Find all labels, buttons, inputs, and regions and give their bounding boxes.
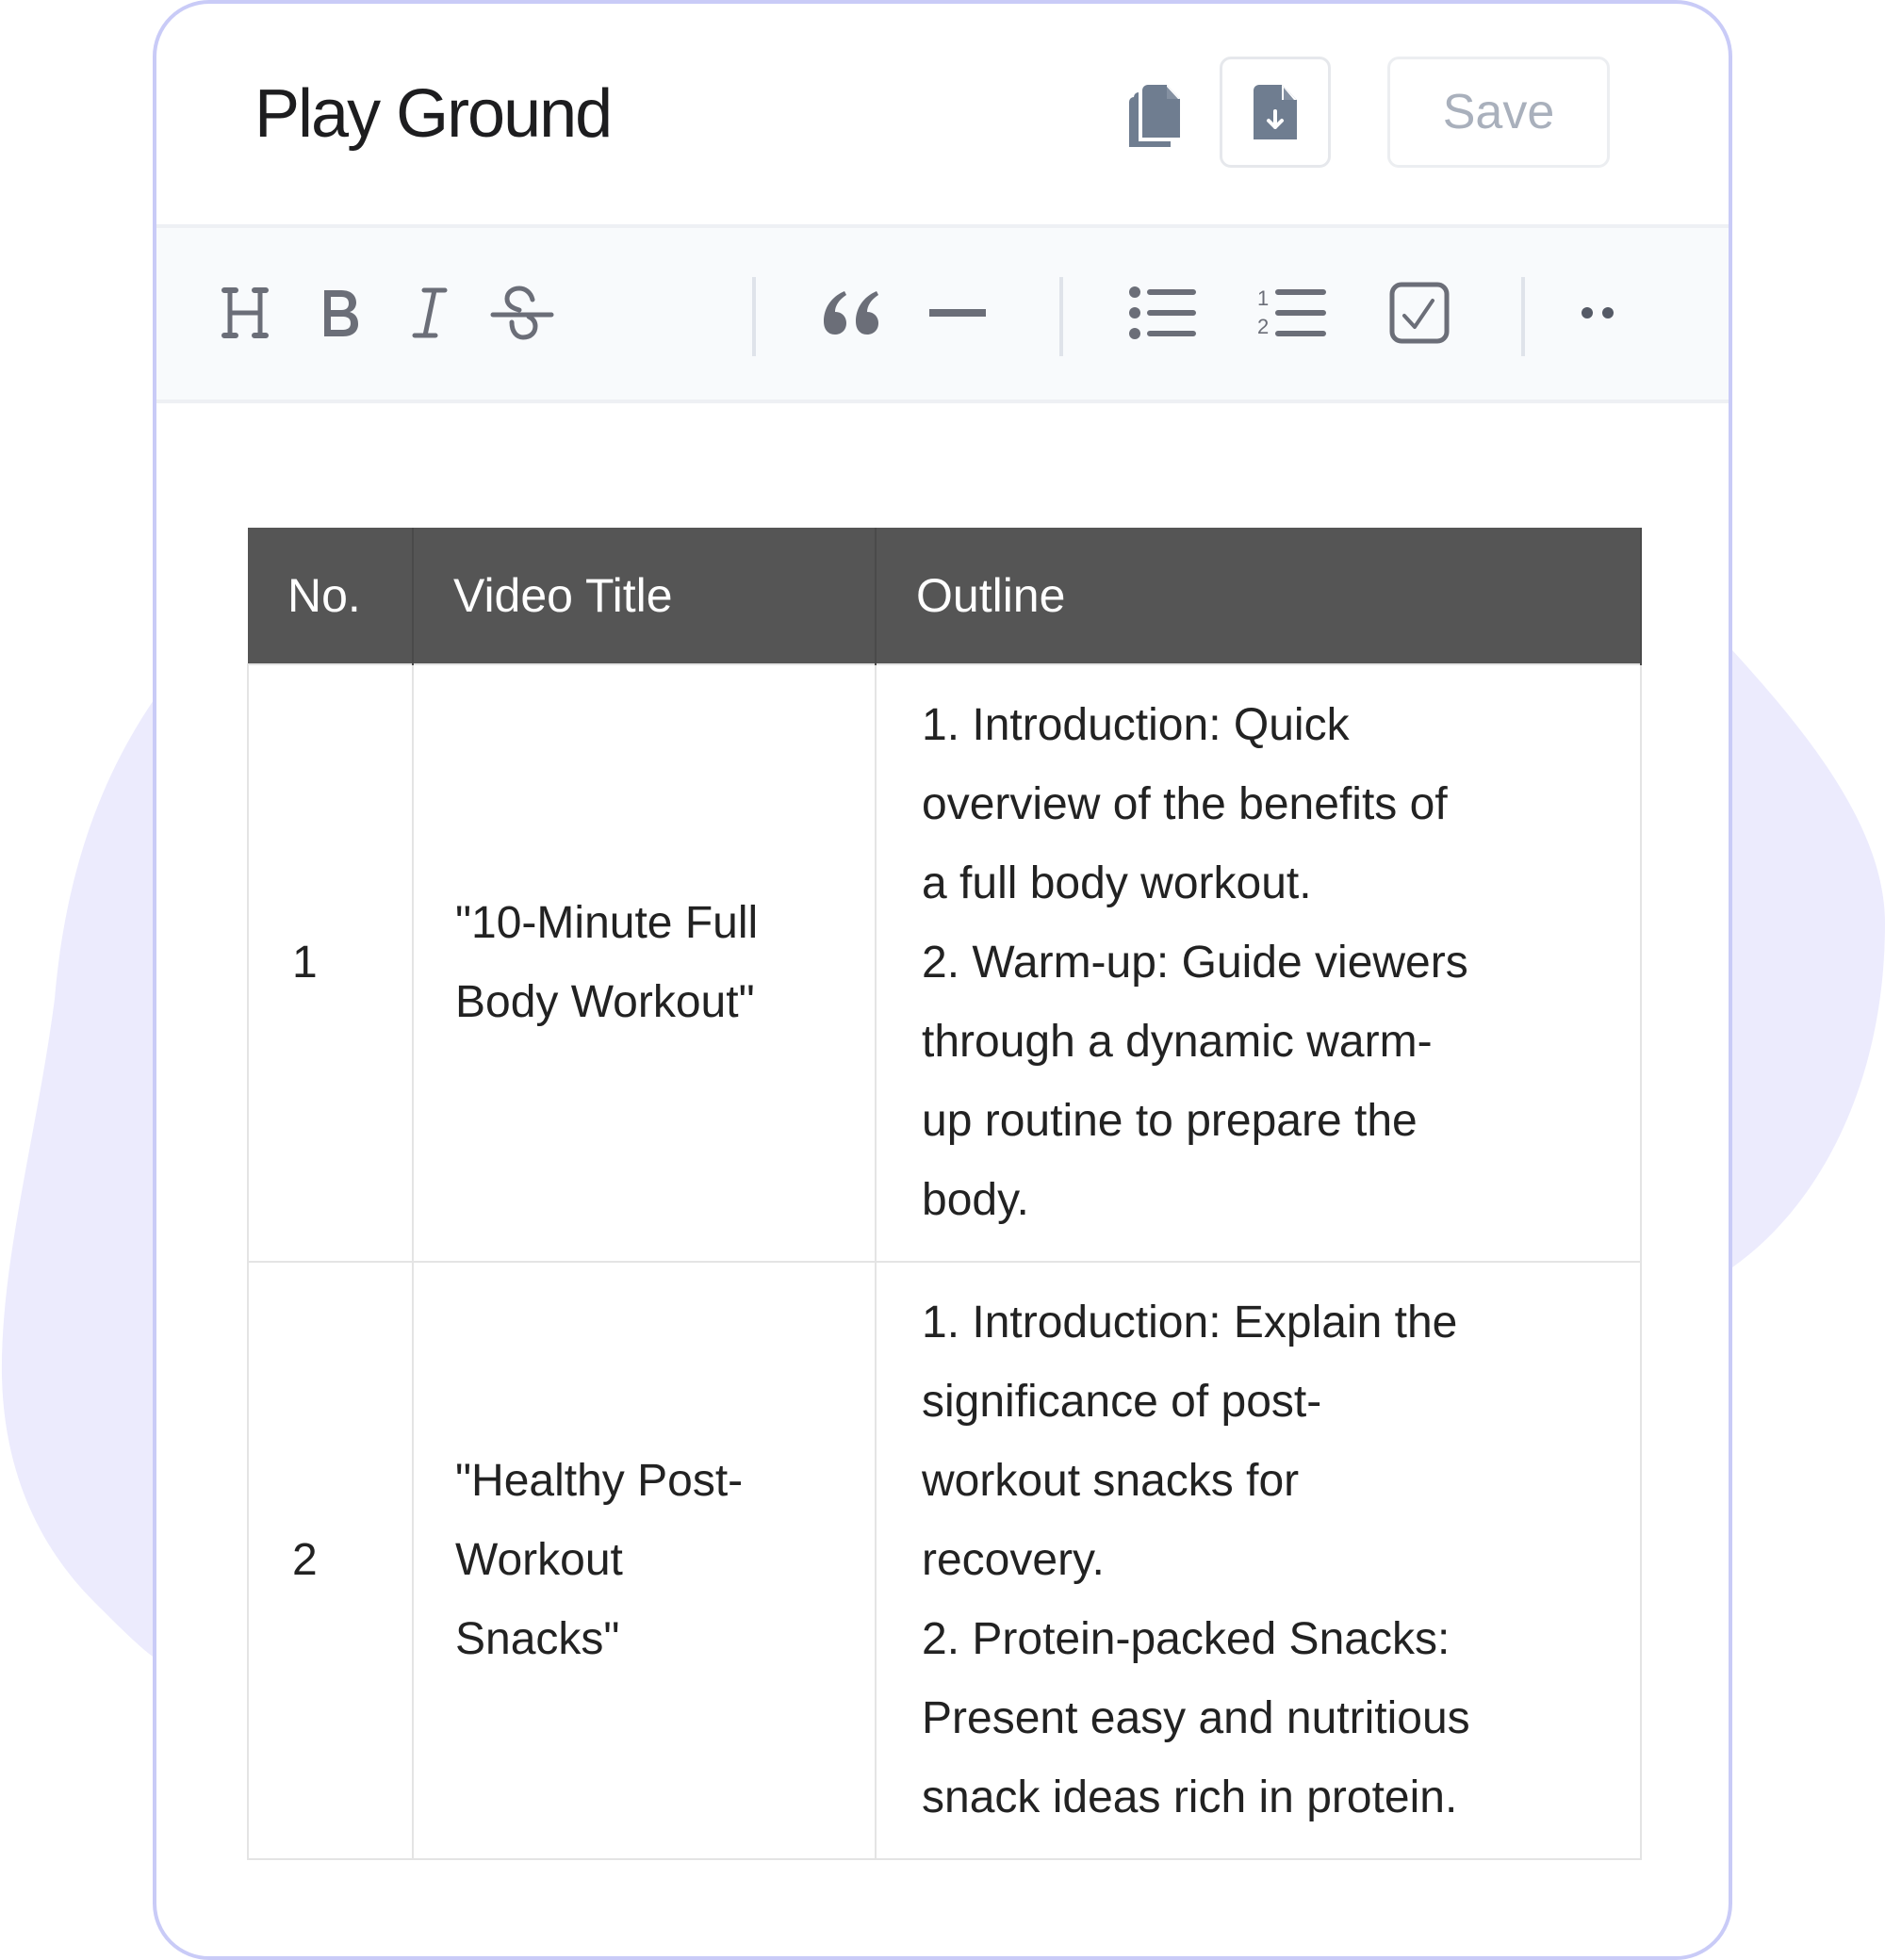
column-header-video-title: Video Title	[413, 528, 877, 664]
video-title-cell: "10-Minute Full Body Workout"	[412, 663, 877, 1263]
bullet-list-icon	[1129, 286, 1196, 339]
blockquote-button[interactable]	[807, 266, 901, 360]
bullet-list-button[interactable]	[1116, 266, 1210, 360]
outline-line: significance of post-	[922, 1377, 1322, 1427]
svg-text:2: 2	[1257, 315, 1269, 338]
video-outline-table: No. Video Title Outline 1 "10-Minute Ful…	[247, 528, 1642, 1860]
editor-card: Play Ground Save 1 2 No. Video Title Out…	[153, 0, 1732, 1960]
row-number: 1	[247, 663, 414, 1263]
more-button[interactable]	[1551, 266, 1646, 360]
outline-line: a full body workout.	[922, 858, 1312, 908]
horizontal-rule-button[interactable]	[910, 266, 1005, 360]
file-download-icon	[1254, 85, 1297, 139]
bold-button[interactable]	[292, 266, 386, 360]
task-list-button[interactable]	[1372, 266, 1467, 360]
column-header-no: No.	[248, 528, 414, 664]
video-title-line: "10-Minute Full	[455, 898, 759, 948]
ordered-list-button[interactable]: 1 2	[1244, 266, 1338, 360]
svg-text:1: 1	[1257, 286, 1269, 310]
quote-icon	[824, 291, 878, 335]
italic-icon	[412, 287, 448, 338]
copy-button[interactable]	[1099, 60, 1212, 173]
video-title-cell: "Healthy Post- Workout Snacks"	[412, 1261, 877, 1860]
strikethrough-button[interactable]	[475, 266, 569, 360]
horizontal-rule-icon	[929, 309, 986, 317]
table-row: 1 "10-Minute Full Body Workout" 1. Intro…	[247, 663, 1642, 1263]
ordered-list-icon: 1 2	[1257, 286, 1326, 338]
outline-line: 1. Introduction: Explain the	[922, 1298, 1458, 1348]
toolbar-divider	[1521, 277, 1525, 356]
outline-cell: 1. Introduction: Quick overview of the b…	[875, 663, 1642, 1263]
more-icon	[1582, 307, 1614, 318]
outline-line: snack ideas rich in protein.	[922, 1772, 1458, 1822]
outline-line: body.	[922, 1175, 1029, 1225]
editor-header: Play Ground Save	[156, 4, 1729, 224]
video-title-line: Snacks"	[455, 1614, 620, 1664]
video-title-line: Workout	[455, 1535, 623, 1585]
table-header-row: No. Video Title Outline	[248, 528, 1642, 664]
heading-icon	[221, 287, 269, 338]
outline-line: through a dynamic warm-	[922, 1017, 1433, 1067]
outline-line: 1. Introduction: Quick	[922, 700, 1350, 750]
save-button[interactable]: Save	[1387, 57, 1610, 168]
outline-line: recovery.	[922, 1535, 1105, 1585]
row-number: 2	[247, 1261, 414, 1860]
italic-button[interactable]	[383, 266, 477, 360]
formatting-toolbar: 1 2	[156, 224, 1729, 403]
toolbar-divider	[752, 277, 756, 356]
video-title-line: "Healthy Post-	[455, 1456, 744, 1506]
outline-line: 2. Protein-packed Snacks:	[922, 1614, 1451, 1664]
outline-line: Present easy and nutritious	[922, 1693, 1470, 1743]
outline-line: 2. Warm-up: Guide viewers	[922, 938, 1468, 988]
toolbar-divider	[1059, 277, 1063, 356]
copy-icon	[1129, 85, 1180, 147]
export-button[interactable]	[1220, 57, 1331, 168]
strikethrough-icon	[490, 286, 554, 340]
heading-button[interactable]	[198, 266, 292, 360]
outline-cell: 1. Introduction: Explain the significanc…	[875, 1261, 1642, 1860]
outline-line: up routine to prepare the	[922, 1096, 1418, 1146]
outline-line: workout snacks for	[922, 1456, 1300, 1506]
column-header-outline: Outline	[876, 528, 1642, 664]
page-title: Play Ground	[254, 76, 613, 152]
video-title-line: Body Workout"	[455, 977, 755, 1027]
table-row: 2 "Healthy Post- Workout Snacks" 1. Intr…	[247, 1261, 1642, 1860]
outline-line: overview of the benefits of	[922, 779, 1448, 829]
bold-icon	[324, 290, 358, 336]
checkbox-icon	[1389, 282, 1450, 344]
